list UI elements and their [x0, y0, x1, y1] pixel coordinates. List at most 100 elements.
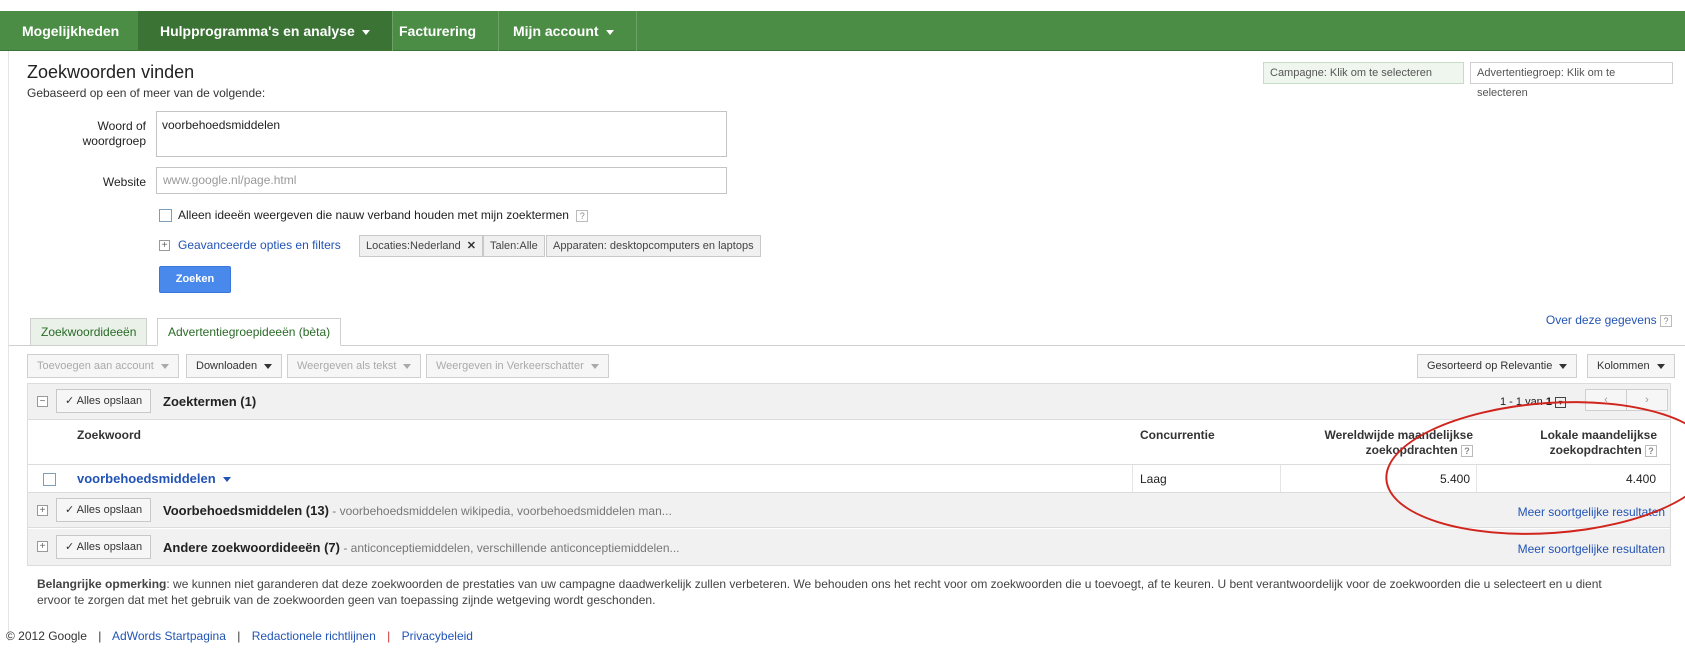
- button-label: Weergeven in Verkeerschatter: [436, 360, 584, 372]
- group-examples: - anticonceptiemiddelen, verschillende a…: [339, 541, 680, 555]
- collapse-minus-icon[interactable]: −: [37, 396, 48, 407]
- sort-button[interactable]: Gesorteerd op Relevantie: [1417, 354, 1578, 378]
- word-field[interactable]: voorbehoedsmiddelen: [156, 111, 727, 157]
- pager-dropdown-icon[interactable]: ▾: [1555, 396, 1567, 408]
- help-icon[interactable]: ?: [576, 209, 589, 222]
- header-line: Lokale maandelijkse: [1540, 428, 1657, 442]
- related-only-checkbox[interactable]: [159, 209, 172, 222]
- nav-label: Mogelijkheden: [22, 23, 120, 39]
- table-row-local: 4.400: [1625, 472, 1656, 486]
- location-filter-chip[interactable]: Locaties:Nederland ✕: [359, 235, 484, 257]
- pager-total: 1: [1545, 396, 1552, 408]
- nav-mijn-account[interactable]: Mijn account: [491, 11, 637, 51]
- chevron-down-icon: [361, 29, 370, 35]
- nav-label: Facturering: [399, 23, 477, 39]
- label-line: Woord of: [97, 119, 146, 133]
- adgroup-selector[interactable]: Advertentiegroep: Klik om te selecteren: [1470, 62, 1673, 99]
- footer-link-privacy[interactable]: Privacybeleid: [402, 629, 473, 643]
- button-label: Gesorteerd op Relevantie: [1427, 360, 1553, 372]
- button-label: Kolommen: [1597, 360, 1650, 372]
- show-in-estimator-button[interactable]: Weergeven in Verkeerschatter: [426, 354, 609, 378]
- button-label: Alles opslaan: [76, 504, 143, 516]
- chevron-down-icon: [1559, 363, 1568, 369]
- pager-prefix: 1 - 1 van: [1500, 396, 1543, 408]
- nav-facturering[interactable]: Facturering: [377, 11, 500, 51]
- group-name: Andere zoekwoordideeën (7): [163, 540, 340, 555]
- left-divider: [8, 51, 9, 641]
- chevron-down-icon[interactable]: [222, 477, 231, 483]
- important-note: Belangrijke opmerking: we kunnen niet ga…: [37, 576, 1617, 608]
- column-global-searches[interactable]: Wereldwijde maandelijkse zoekopdrachten …: [1285, 428, 1473, 458]
- table-row-global: 5.400: [1439, 472, 1470, 486]
- group-examples: - voorbehoedsmiddelen wikipedia, voorbeh…: [328, 504, 672, 518]
- button-label: Alles opslaan: [76, 541, 143, 553]
- website-field[interactable]: www.google.nl/page.html: [156, 167, 727, 194]
- advanced-options-link[interactable]: Geavanceerde opties en filters: [178, 238, 341, 252]
- table-row-keyword[interactable]: voorbehoedsmiddelen: [77, 471, 231, 486]
- pager-text: 1 - 1 van 1 ▾: [1500, 396, 1567, 408]
- separator: |: [237, 629, 241, 643]
- cell-divider: [1476, 465, 1477, 492]
- header-divider: [28, 464, 1670, 465]
- chip-label: Locaties:Nederland: [366, 240, 461, 252]
- chevron-down-icon: [403, 363, 412, 369]
- tab-adgroup-ideas[interactable]: Advertentiegroepideeën (bèta): [157, 318, 342, 346]
- search-button[interactable]: Zoeken: [159, 266, 231, 293]
- nav-label: Hulpprogramma's en analyse: [160, 23, 355, 39]
- about-data-link[interactable]: Over deze gegevens: [1546, 313, 1657, 327]
- save-all-button[interactable]: ✓ Alles opslaan: [56, 389, 152, 413]
- chevron-down-icon: [160, 363, 169, 369]
- device-filter-chip[interactable]: Apparaten: desktopcomputers en laptops: [546, 235, 761, 257]
- page-subtitle: Gebaseerd op een of meer van de volgende…: [27, 86, 266, 100]
- campaign-selector[interactable]: Campagne: Klik om te selecteren: [1263, 62, 1464, 84]
- label-line: woordgroep: [82, 134, 146, 148]
- save-all-button[interactable]: ✓ Alles opslaan: [56, 535, 152, 559]
- column-competition[interactable]: Concurrentie: [1140, 428, 1215, 443]
- row-checkbox[interactable]: [43, 473, 56, 486]
- separator: |: [387, 629, 391, 643]
- word-field-label: Woord of woordgroep: [60, 119, 146, 149]
- show-as-text-button[interactable]: Weergeven als tekst: [287, 354, 422, 378]
- next-page-button[interactable]: ›: [1626, 389, 1668, 411]
- column-local-searches[interactable]: Lokale maandelijkse zoekopdrachten ?: [1480, 428, 1657, 458]
- note-text: : we kunnen niet garanderen dat deze zoe…: [37, 577, 1602, 607]
- add-to-account-button[interactable]: Toevoegen aan account: [27, 354, 179, 378]
- chevron-down-icon: [264, 363, 273, 369]
- remove-icon[interactable]: ✕: [467, 240, 476, 252]
- website-field-label: Website: [102, 175, 146, 189]
- download-button[interactable]: Downloaden: [186, 354, 283, 378]
- expand-plus-icon[interactable]: +: [159, 240, 170, 251]
- help-icon[interactable]: ?: [1660, 314, 1672, 327]
- columns-button[interactable]: Kolommen: [1587, 354, 1675, 378]
- checkbox-text: Alleen ideeën weergeven die nauw verband…: [178, 208, 569, 222]
- button-label: Toevoegen aan account: [37, 360, 154, 372]
- column-keyword[interactable]: Zoekwoord: [77, 428, 141, 443]
- footer-link-guidelines[interactable]: Redactionele richtlijnen: [252, 629, 376, 643]
- help-icon[interactable]: ?: [1461, 444, 1473, 457]
- cell-divider: [1132, 465, 1133, 492]
- group-title: Voorbehoedsmiddelen (13) - voorbehoedsmi…: [163, 503, 672, 518]
- help-icon[interactable]: ?: [1645, 444, 1657, 457]
- previous-page-button[interactable]: ‹: [1585, 389, 1627, 411]
- language-filter-chip[interactable]: Talen:Alle: [483, 235, 545, 257]
- about-data-link-wrap: Over deze gegevens ?: [1546, 313, 1672, 327]
- footer-link-adwords[interactable]: AdWords Startpagina: [112, 629, 226, 643]
- nav-hulpprogrammas[interactable]: Hulpprogramma's en analyse: [138, 11, 393, 51]
- group-name: Voorbehoedsmiddelen (13): [163, 503, 329, 518]
- more-similar-link[interactable]: Meer soortgelijke resultaten: [1518, 505, 1665, 519]
- tab-keyword-ideas[interactable]: Zoekwoordideeën: [30, 318, 148, 346]
- header-line: zoekopdrachten: [1365, 443, 1458, 457]
- more-similar-link[interactable]: Meer soortgelijke resultaten: [1518, 542, 1665, 556]
- separator: |: [98, 629, 102, 643]
- button-label: Downloaden: [196, 360, 258, 372]
- footer: © 2012 Google | AdWords Startpagina | Re…: [6, 629, 473, 643]
- top-navigation: Mogelijkheden Hulpprogramma's en analyse…: [0, 11, 1685, 51]
- nav-mogelijkheden[interactable]: Mogelijkheden: [0, 11, 143, 51]
- chevron-down-icon: [1656, 363, 1665, 369]
- header-line: zoekopdrachten: [1549, 443, 1642, 457]
- expand-plus-icon[interactable]: +: [37, 505, 48, 516]
- keyword-link[interactable]: voorbehoedsmiddelen: [77, 471, 216, 486]
- header-line: Wereldwijde maandelijkse: [1324, 428, 1473, 442]
- save-all-button[interactable]: ✓ Alles opslaan: [56, 498, 152, 522]
- expand-plus-icon[interactable]: +: [37, 541, 48, 552]
